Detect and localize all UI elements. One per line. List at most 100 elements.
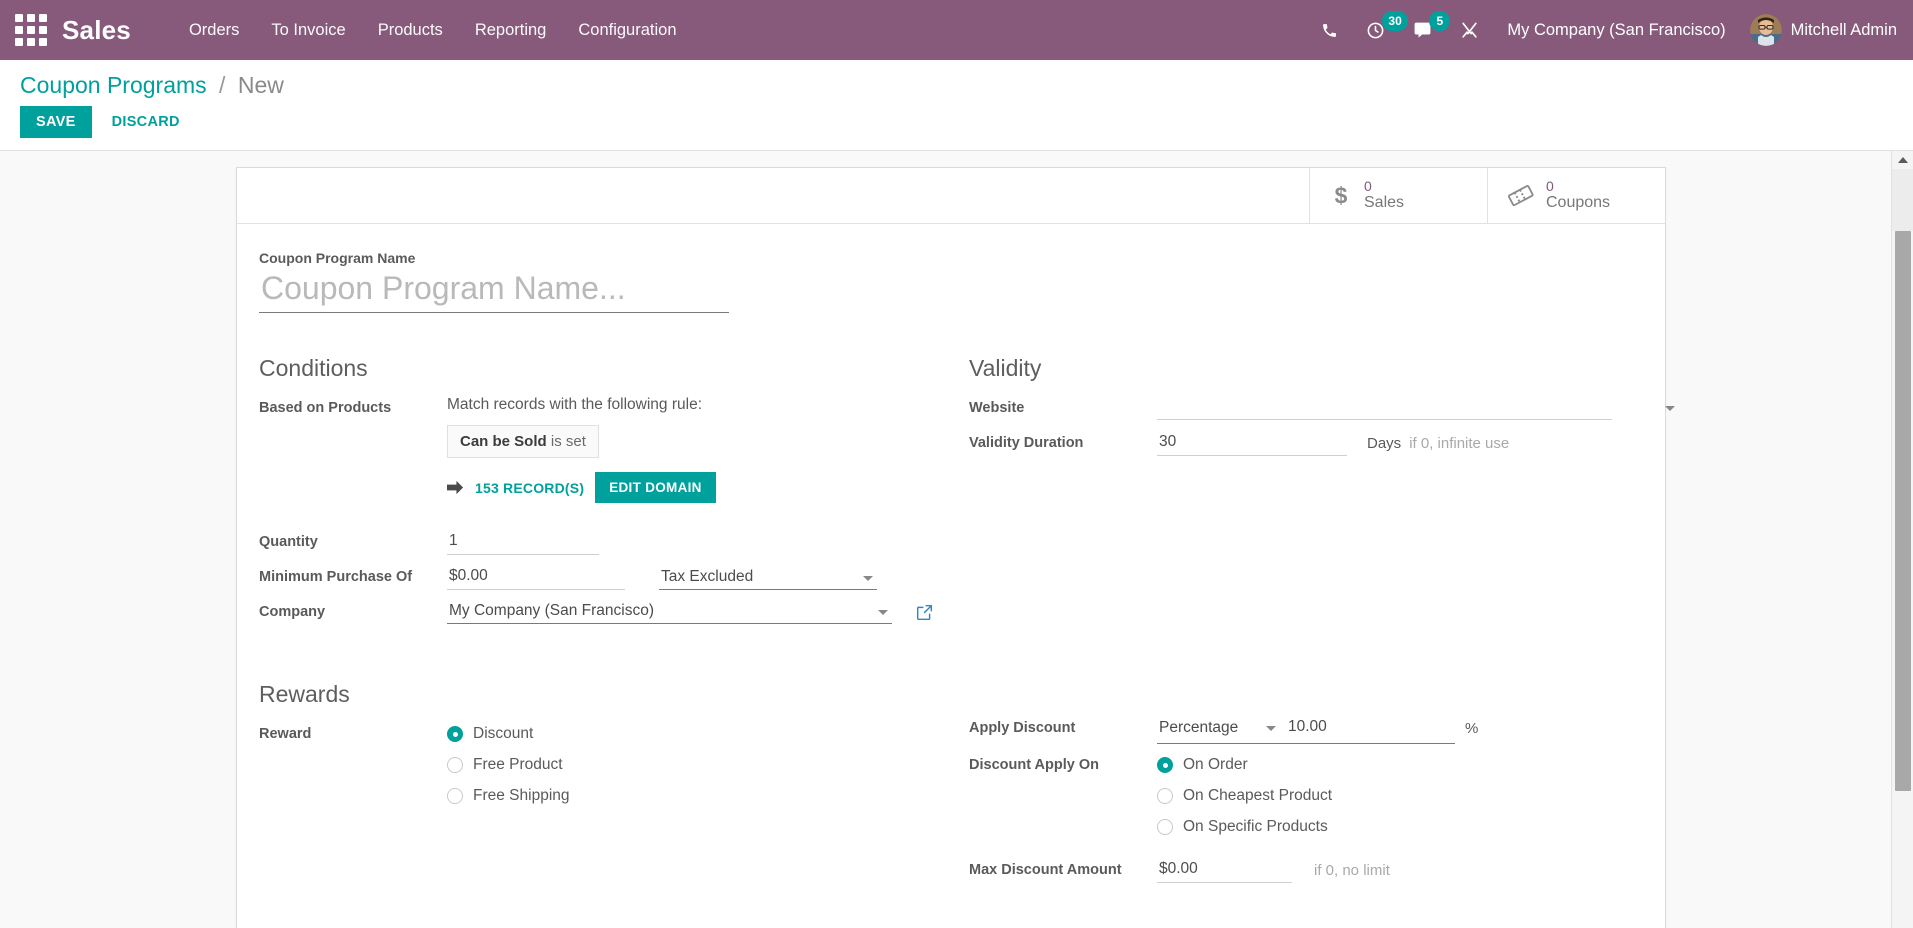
conditions-heading: Conditions	[259, 355, 368, 381]
company-external-link-button[interactable]	[916, 604, 933, 621]
discount-apply-on-option-specific-products[interactable]: On Specific Products	[1157, 818, 1332, 836]
max-discount-input[interactable]	[1157, 858, 1292, 883]
chevron-up-icon	[1897, 157, 1908, 163]
validity-duration-input[interactable]	[1157, 431, 1347, 456]
radio-indicator	[447, 788, 463, 804]
save-button[interactable]: SAVE	[20, 106, 92, 138]
vertical-scrollbar[interactable]	[1891, 151, 1913, 928]
arrow-right-icon	[447, 480, 464, 495]
scrollbar-thumb[interactable]	[1895, 231, 1911, 791]
stat-label-sales: Sales	[1364, 194, 1405, 212]
main-menu: Orders To Invoice Products Reporting Con…	[173, 13, 1307, 48]
apps-grid-icon	[15, 14, 47, 46]
radio-indicator	[1157, 757, 1173, 773]
coupon-program-name-input[interactable]	[259, 268, 729, 313]
stat-button-box: $ 0 Sales 0 Coupons	[237, 168, 1665, 224]
app-brand-title[interactable]: Sales	[62, 15, 131, 46]
percent-unit-label: %	[1465, 720, 1479, 737]
discount-apply-on-label: Discount Apply On	[969, 757, 1099, 773]
scrollbar-track-top[interactable]	[1892, 169, 1913, 231]
radio-indicator	[1157, 788, 1173, 804]
avatar	[1749, 14, 1782, 46]
tax-mode-select[interactable]: Tax Excluded Tax Included	[659, 565, 877, 590]
discount-apply-on-option-cheapest-product[interactable]: On Cheapest Product	[1157, 787, 1332, 805]
menu-item-to-invoice[interactable]: To Invoice	[255, 13, 361, 48]
field-row-website: Website	[969, 396, 1679, 422]
website-label: Website	[969, 400, 1025, 416]
discount-amount-input[interactable]	[1286, 716, 1406, 740]
company-label: Company	[259, 604, 326, 620]
days-unit-label: Days	[1367, 435, 1402, 452]
sheet-background: $ 0 Sales 0 Coupons Coupon Program Name …	[0, 151, 1889, 928]
external-link-icon	[916, 604, 933, 620]
field-row-based-on-products: Based on Products Match records with the…	[259, 396, 949, 503]
discount-type-select[interactable]: Percentage Amount	[1157, 716, 1282, 740]
rewards-heading: Rewards	[259, 681, 350, 707]
minimum-purchase-input[interactable]	[447, 565, 625, 590]
field-row-quantity: Quantity	[259, 530, 949, 556]
discount-apply-on-radio-group: On Order On Cheapest Product On Specific…	[1157, 753, 1332, 836]
messages-button[interactable]: 5	[1399, 0, 1451, 60]
reward-radio-group: Discount Free Product Free Shipping	[447, 722, 570, 805]
discount-apply-on-option-label: On Specific Products	[1183, 818, 1328, 835]
discount-apply-on-option-on-order[interactable]: On Order	[1157, 756, 1332, 774]
menu-item-products[interactable]: Products	[362, 13, 459, 48]
field-row-discount-apply-on: Discount Apply On On Order On Cheapest P…	[969, 753, 1679, 836]
field-row-validity-duration: Validity Duration Days if 0, infinite us…	[969, 431, 1679, 457]
reward-option-free-product[interactable]: Free Product	[447, 756, 570, 774]
domain-operator: is set	[550, 433, 586, 450]
menu-item-configuration[interactable]: Configuration	[562, 13, 692, 48]
company-select[interactable]: My Company (San Francisco)	[447, 600, 892, 624]
based-on-products-label: Based on Products	[259, 400, 392, 416]
menu-item-orders[interactable]: Orders	[173, 13, 255, 48]
dollar-sign-icon: $	[1330, 183, 1352, 209]
discount-apply-on-option-label: On Order	[1183, 756, 1248, 773]
reward-option-free-shipping[interactable]: Free Shipping	[447, 787, 570, 805]
validity-heading: Validity	[969, 355, 1042, 381]
right-column: Validity Website Validity Duration 30 Da…	[969, 355, 1679, 893]
stat-button-coupons[interactable]: 0 Coupons	[1487, 168, 1665, 223]
tools-debug-icon	[1462, 22, 1478, 38]
stat-value-sales: 0	[1364, 178, 1372, 195]
field-row-reward: Reward Discount Free Product Free Shippi…	[259, 722, 949, 805]
coupon-program-name-label: Coupon Program Name	[259, 250, 416, 266]
scrollbar-up-button[interactable]	[1892, 151, 1913, 169]
ticket-coupon-icon	[1508, 184, 1534, 208]
top-navbar: Sales Orders To Invoice Products Reporti…	[0, 0, 1913, 60]
breadcrumb-separator: /	[219, 72, 226, 98]
company-switcher[interactable]: My Company (San Francisco)	[1493, 21, 1739, 40]
left-column: Conditions Based on Products Match recor…	[259, 355, 969, 893]
apps-menu-button[interactable]	[0, 0, 62, 60]
reward-option-discount[interactable]: Discount	[447, 725, 570, 743]
record-actions: SAVE DISCARD	[20, 106, 1893, 138]
form-body: Coupon Program Name Conditions Based on …	[237, 224, 1675, 928]
menu-item-reporting[interactable]: Reporting	[459, 13, 563, 48]
apply-discount-label: Apply Discount	[969, 720, 1076, 736]
activities-button[interactable]: 30	[1352, 0, 1408, 60]
reward-option-label: Free Product	[473, 756, 563, 773]
form-columns: Conditions Based on Products Match recor…	[259, 355, 1675, 893]
domain-rule-box[interactable]: Can be Sold is set	[447, 425, 599, 458]
validity-duration-label: Validity Duration	[969, 435, 1084, 451]
field-row-max-discount-amount: Max Discount Amount if 0, no limit	[969, 858, 1679, 884]
edit-domain-button[interactable]: EDIT DOMAIN	[595, 472, 716, 503]
reward-option-label: Free Shipping	[473, 787, 570, 804]
user-name-label: Mitchell Admin	[1790, 20, 1897, 39]
quantity-label: Quantity	[259, 534, 318, 550]
records-count-link[interactable]: 153 RECORD(S)	[475, 480, 584, 496]
quantity-input[interactable]	[447, 530, 599, 555]
content-area: $ 0 Sales 0 Coupons Coupon Program Name …	[0, 151, 1913, 928]
radio-indicator	[447, 757, 463, 773]
phone-icon	[1323, 23, 1337, 37]
field-row-minimum-purchase: Minimum Purchase Of Tax Excluded Tax Inc…	[259, 565, 949, 591]
field-row-company: Company My Company (San Francisco)	[259, 600, 949, 626]
debug-tools-button[interactable]	[1446, 0, 1493, 60]
discard-button[interactable]: DISCARD	[100, 106, 192, 138]
website-select[interactable]	[1157, 396, 1612, 420]
breadcrumb-coupon-programs[interactable]: Coupon Programs	[20, 72, 207, 98]
reward-label: Reward	[259, 726, 312, 742]
phone-button[interactable]	[1307, 0, 1352, 60]
user-menu[interactable]: Mitchell Admin	[1740, 14, 1897, 46]
stat-button-sales[interactable]: $ 0 Sales	[1309, 168, 1487, 223]
stat-label-coupons: Coupons	[1546, 194, 1611, 212]
